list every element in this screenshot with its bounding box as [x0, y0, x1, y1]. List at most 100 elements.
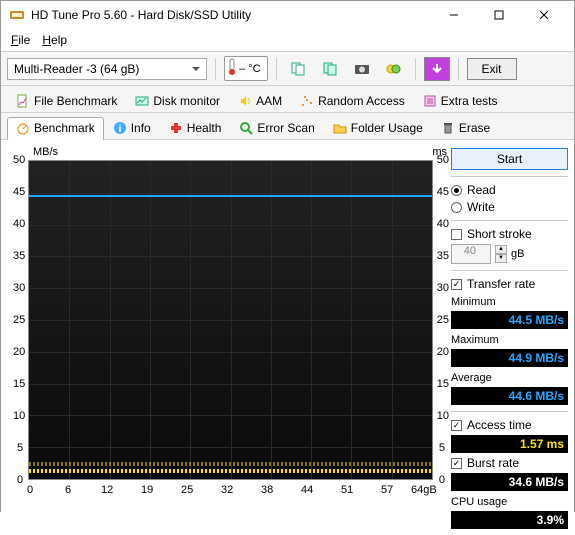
side-panel: Start Read Write Short stroke 40 ▲▼ gB T…	[451, 146, 568, 529]
tab-file-benchmark[interactable]: File Benchmark	[7, 90, 126, 112]
error-scan-icon	[239, 121, 253, 135]
minimize-button[interactable]	[431, 1, 476, 29]
tab-disk-monitor[interactable]: Disk monitor	[126, 90, 229, 112]
extra-tests-icon	[423, 94, 437, 108]
x-tick: 32	[221, 484, 233, 496]
short-stroke-spinner[interactable]: ▲▼	[495, 245, 507, 263]
average-value: 44.6 MB/s	[451, 387, 568, 405]
maximum-label: Maximum	[451, 334, 568, 346]
transfer-rate-checkbox[interactable]: Transfer rate	[451, 277, 568, 291]
tab-folder-usage[interactable]: Folder Usage	[324, 117, 432, 139]
save-button[interactable]	[424, 57, 450, 81]
y-tick: 25	[13, 314, 25, 326]
tab-label: Extra tests	[441, 94, 498, 108]
burst-rate-checkbox[interactable]: Burst rate	[451, 456, 568, 470]
y-axis-left-label: MB/s	[33, 146, 58, 158]
y-tick-r: 25	[437, 314, 449, 326]
random-access-icon	[300, 94, 314, 108]
x-axis-max: 64gB	[411, 484, 437, 496]
y-tick-r: 30	[437, 282, 449, 294]
x-tick: 44	[301, 484, 313, 496]
tab-label: Info	[131, 121, 151, 135]
y-tick: 10	[13, 410, 25, 422]
checkbox-label: Transfer rate	[467, 277, 535, 291]
tab-extra-tests[interactable]: Extra tests	[414, 90, 507, 112]
checkbox-icon	[451, 420, 462, 431]
tab-label: Folder Usage	[351, 121, 423, 135]
x-tick: 38	[261, 484, 273, 496]
tab-erase[interactable]: Erase	[432, 117, 499, 139]
benchmark-icon	[16, 121, 30, 135]
aam-icon	[238, 94, 252, 108]
y-tick: 5	[17, 442, 23, 454]
radio-icon	[451, 202, 462, 213]
toolbar-separator	[458, 58, 459, 80]
x-tick: 6	[65, 484, 71, 496]
screenshot-button[interactable]	[349, 57, 375, 81]
y-tick-r: 15	[437, 378, 449, 390]
tab-aam[interactable]: AAM	[229, 90, 291, 112]
input-value: 40	[464, 245, 476, 257]
copy-screenshot-button[interactable]	[317, 57, 343, 81]
radio-label: Read	[467, 183, 496, 197]
minimum-label: Minimum	[451, 296, 568, 308]
burst-rate-value: 34.6 MB/s	[451, 473, 568, 491]
device-select[interactable]: Multi-Reader -3 (64 gB)	[7, 58, 207, 80]
close-button[interactable]	[521, 1, 566, 29]
y-tick-r: 20	[437, 346, 449, 358]
svg-text:i: i	[118, 124, 121, 135]
tabrow-top: File Benchmark Disk monitor AAM Random A…	[1, 86, 574, 113]
device-select-value: Multi-Reader -3 (64 gB)	[14, 62, 139, 76]
y-tick-r: 0	[439, 474, 445, 486]
tab-label: Health	[187, 121, 222, 135]
info-icon: i	[113, 121, 127, 135]
tab-benchmark[interactable]: Benchmark	[7, 117, 104, 140]
minimum-value: 44.5 MB/s	[451, 311, 568, 329]
tab-label: Erase	[459, 121, 490, 135]
x-tick: 0	[27, 484, 33, 496]
exit-button[interactable]: Exit	[467, 58, 517, 80]
cpu-usage-value: 3.9%	[451, 511, 568, 529]
menu-help[interactable]: Help	[38, 31, 71, 49]
tab-health[interactable]: Health	[160, 117, 231, 139]
menu-file[interactable]: File	[7, 31, 34, 49]
radio-label: Write	[467, 200, 495, 214]
maximize-button[interactable]	[476, 1, 521, 29]
y-tick: 15	[13, 378, 25, 390]
temperature-display: – °C	[224, 56, 268, 81]
checkbox-label: Burst rate	[467, 456, 519, 470]
y-tick-r: 5	[439, 442, 445, 454]
chart-plot	[28, 160, 433, 480]
y-tick: 35	[13, 250, 25, 262]
temperature-value: – °C	[239, 63, 261, 75]
y-tick: 0	[17, 474, 23, 486]
copy-info-button[interactable]	[285, 57, 311, 81]
x-tick: 12	[101, 484, 113, 496]
tab-random-access[interactable]: Random Access	[291, 90, 414, 112]
read-radio[interactable]: Read	[451, 183, 568, 197]
window-title: HD Tune Pro 5.60 - Hard Disk/SSD Utility	[31, 8, 431, 22]
tab-label: Disk monitor	[153, 94, 220, 108]
short-stroke-checkbox[interactable]: Short stroke	[451, 227, 568, 241]
folder-icon	[333, 121, 347, 135]
titlebar: HD Tune Pro 5.60 - Hard Disk/SSD Utility	[1, 1, 574, 29]
tab-error-scan[interactable]: Error Scan	[230, 117, 323, 139]
tab-label: Error Scan	[257, 121, 314, 135]
short-stroke-input[interactable]: 40	[451, 244, 491, 264]
checkbox-label: Short stroke	[467, 227, 532, 241]
tab-info[interactable]: i Info	[104, 117, 160, 139]
start-button[interactable]: Start	[451, 148, 568, 170]
y-tick-r: 45	[437, 186, 449, 198]
checkbox-icon	[451, 229, 462, 240]
options-button[interactable]	[381, 57, 407, 81]
toolbar-separator	[276, 58, 277, 80]
average-label: Average	[451, 372, 568, 384]
tab-label: AAM	[256, 94, 282, 108]
write-radio[interactable]: Write	[451, 200, 568, 214]
checkbox-icon	[451, 279, 462, 290]
access-time-checkbox[interactable]: Access time	[451, 418, 568, 432]
checkbox-icon	[451, 458, 462, 469]
y-tick-r: 35	[437, 250, 449, 262]
y-tick: 30	[13, 282, 25, 294]
y-tick: 40	[13, 218, 25, 230]
